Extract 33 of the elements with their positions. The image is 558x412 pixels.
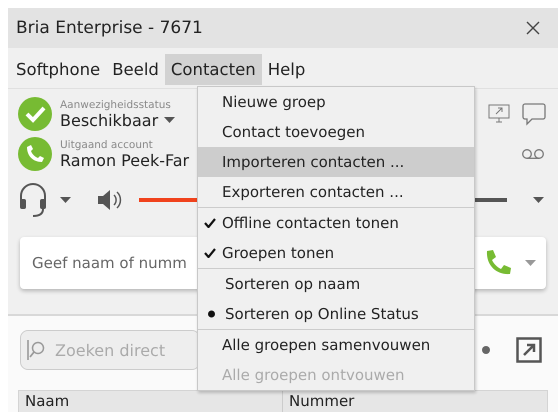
menu-item[interactable]: Beeld bbox=[106, 54, 165, 84]
menu-option[interactable]: Sorteren op naam bbox=[198, 269, 474, 299]
menu-option[interactable]: Alle groepen samenvouwen bbox=[198, 330, 474, 360]
caret-icon[interactable] bbox=[533, 197, 544, 203]
speaker-icon[interactable] bbox=[97, 189, 123, 211]
dot-icon bbox=[482, 346, 490, 354]
menu-item[interactable]: Contacten bbox=[164, 54, 262, 84]
screen-share-icon[interactable] bbox=[488, 104, 510, 124]
close-icon[interactable] bbox=[526, 21, 540, 35]
headset-icon[interactable] bbox=[18, 182, 48, 218]
caret-icon[interactable] bbox=[525, 260, 536, 266]
column-header[interactable]: Naam bbox=[19, 391, 282, 412]
account-value[interactable]: Ramon Peek-Far bbox=[60, 150, 190, 170]
window-title: Bria Enterprise - 7671 bbox=[16, 18, 203, 38]
search-input[interactable]: Zoeken direct bbox=[55, 340, 195, 360]
presence-label: Aanwezigheidsstatus bbox=[60, 98, 172, 110]
presence-value[interactable]: Beschikbaar bbox=[60, 110, 158, 130]
menu-item[interactable]: Softphone bbox=[10, 54, 106, 84]
menu-option[interactable]: Sorteren op Online Status bbox=[198, 299, 474, 329]
phone-account-icon bbox=[18, 137, 52, 171]
caret-icon[interactable] bbox=[60, 197, 71, 203]
account-label: Uitgaand account bbox=[60, 138, 154, 150]
menu-option[interactable]: Offline contacten tonen bbox=[198, 208, 474, 238]
menu-option[interactable]: Contact toevoegen bbox=[198, 117, 474, 147]
search-field[interactable]: Zoeken direct bbox=[20, 330, 200, 370]
expand-icon[interactable] bbox=[516, 337, 542, 363]
menu-option[interactable]: Nieuwe groep bbox=[198, 87, 474, 117]
menu-item[interactable]: Help bbox=[262, 54, 312, 84]
voicemail-icon[interactable] bbox=[522, 148, 544, 160]
chat-icon[interactable] bbox=[522, 102, 546, 126]
menu-option[interactable]: Exporteren contacten ... bbox=[198, 177, 474, 207]
menu-option[interactable]: Importeren contacten ... bbox=[198, 147, 474, 177]
caret-icon[interactable] bbox=[164, 117, 176, 123]
